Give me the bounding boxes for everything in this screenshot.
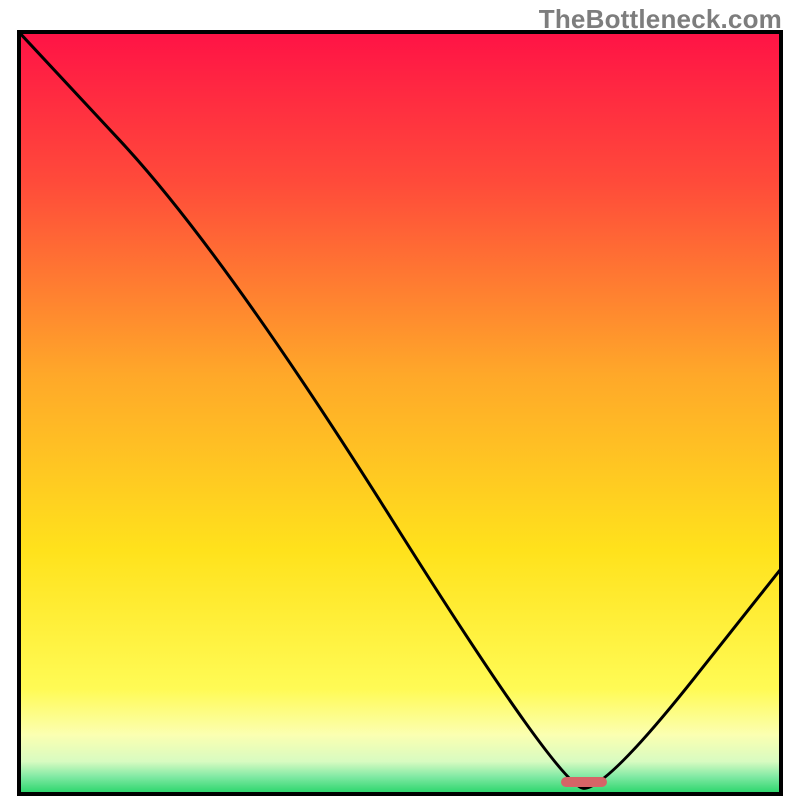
- optimal-range-marker: [561, 777, 607, 787]
- chart-frame: [17, 30, 783, 796]
- chart-background-gradient: [17, 30, 783, 796]
